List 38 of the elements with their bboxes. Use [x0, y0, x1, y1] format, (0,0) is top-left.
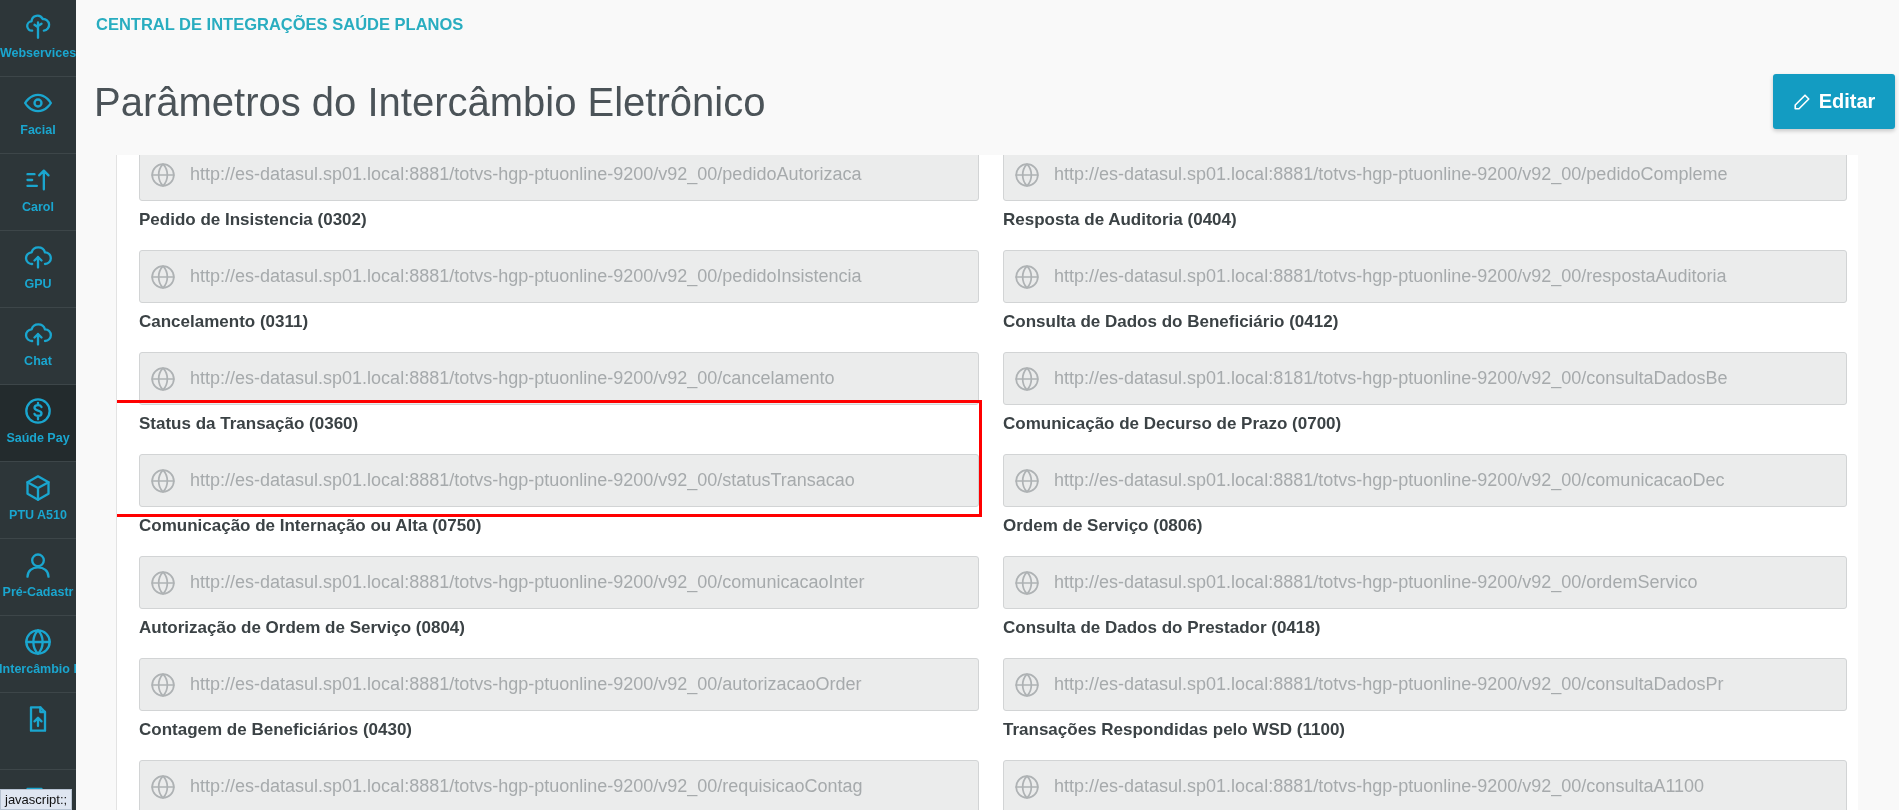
- url-field[interactable]: http://es-datasul.sp01.local:8881/totvs-hgp-ptuonline-9200/v92_00/consultaDadosPr: [1003, 658, 1847, 711]
- breadcrumb: CENTRAL DE INTEGRAÇÕES SAÚDE PLANOS: [96, 15, 464, 34]
- url-field[interactable]: http://es-datasul.sp01.local:8881/totvs-hgp-ptuonline-9200/v92_00/cancelamento: [139, 352, 979, 405]
- field-label: Autorização de Ordem de Serviço (0804): [139, 617, 466, 639]
- sidebar-item[interactable]: Webservices: [0, 0, 76, 77]
- url-field[interactable]: http://es-datasul.sp01.local:8881/totvs-hgp-ptuonline-9200/v92_00/respostaAuditoria: [1003, 250, 1847, 303]
- url-field[interactable]: http://es-datasul.sp01.local:8881/totvs-hgp-ptuonline-9200/v92_00/autorizacaoOrder: [139, 658, 979, 711]
- sidebar-item[interactable]: Pré-Cadastr: [0, 539, 76, 616]
- url-field[interactable]: http://es-datasul.sp01.local:8881/totvs-hgp-ptuonline-9200/v92_00/pedidoInsistencia: [139, 250, 979, 303]
- url-field[interactable]: http://es-datasul.sp01.local:8881/totvs-hgp-ptuonline-9200/v92_00/statusTransacao: [139, 454, 979, 507]
- field-label: Status da Transação (0360): [139, 413, 360, 435]
- url-field[interactable]: http://es-datasul.sp01.local:8181/totvs-hgp-ptuonline-9200/v92_00/consultaDadosBe: [1003, 352, 1847, 405]
- field-label: Contagem de Beneficiários (0430): [139, 719, 414, 741]
- page-title: Parâmetros do Intercâmbio Eletrônico: [94, 80, 766, 125]
- sidebar-item[interactable]: PTU A510: [0, 462, 76, 539]
- field-label: Comunicação de Internação ou Alta (0750): [139, 515, 483, 537]
- field-label: Pedido de Insistencia (0302): [139, 209, 368, 231]
- field-label: Comunicação de Decurso de Prazo (0700): [1003, 413, 1343, 435]
- url-field[interactable]: http://es-datasul.sp01.local:8881/totvs-hgp-ptuonline-9200/v92_00/requisicaoContag: [139, 760, 979, 810]
- url-field[interactable]: http://es-datasul.sp01.local:8881/totvs-hgp-ptuonline-9200/v92_00/comunicacaoInter: [139, 556, 979, 609]
- url-field[interactable]: http://es-datasul.sp01.local:8881/totvs-hgp-ptuonline-9200/v92_00/comunicacaoDec: [1003, 454, 1847, 507]
- link-status-tooltip: javascript:;: [0, 789, 73, 810]
- field-label: Consulta de Dados do Beneficiário (0412): [1003, 311, 1340, 333]
- edit-button[interactable]: Editar: [1773, 74, 1895, 129]
- url-field[interactable]: http://es-datasul.sp01.local:8881/totvs-hgp-ptuonline-9200/v92_00/consultaA1100: [1003, 760, 1847, 810]
- url-field[interactable]: http://es-datasul.sp01.local:8881/totvs-hgp-ptuonline-9200/v92_00/ordemServico: [1003, 556, 1847, 609]
- sidebar-item[interactable]: Carol: [0, 154, 76, 231]
- field-label: Transações Respondidas pelo WSD (1100): [1003, 719, 1346, 741]
- sidebar-item[interactable]: Facial: [0, 77, 76, 154]
- field-label: Consulta de Dados do Prestador (0418): [1003, 617, 1322, 639]
- url-field[interactable]: http://es-datasul.sp01.local:8881/totvs-hgp-ptuonline-9200/v92_00/pedidoAutorizaca: [139, 155, 979, 201]
- sidebar-item[interactable]: GPU: [0, 231, 76, 308]
- field-label: Resposta de Auditoria (0404): [1003, 209, 1238, 231]
- sidebar-item[interactable]: Saúde Pay: [0, 385, 76, 462]
- field-label: Cancelamento (0311): [139, 311, 310, 333]
- field-label: Ordem de Serviço (0806): [1003, 515, 1204, 537]
- url-field[interactable]: http://es-datasul.sp01.local:8881/totvs-hgp-ptuonline-9200/v92_00/pedidoCompleme: [1003, 155, 1847, 201]
- sidebar-item[interactable]: Intercâmbio I: [0, 616, 76, 693]
